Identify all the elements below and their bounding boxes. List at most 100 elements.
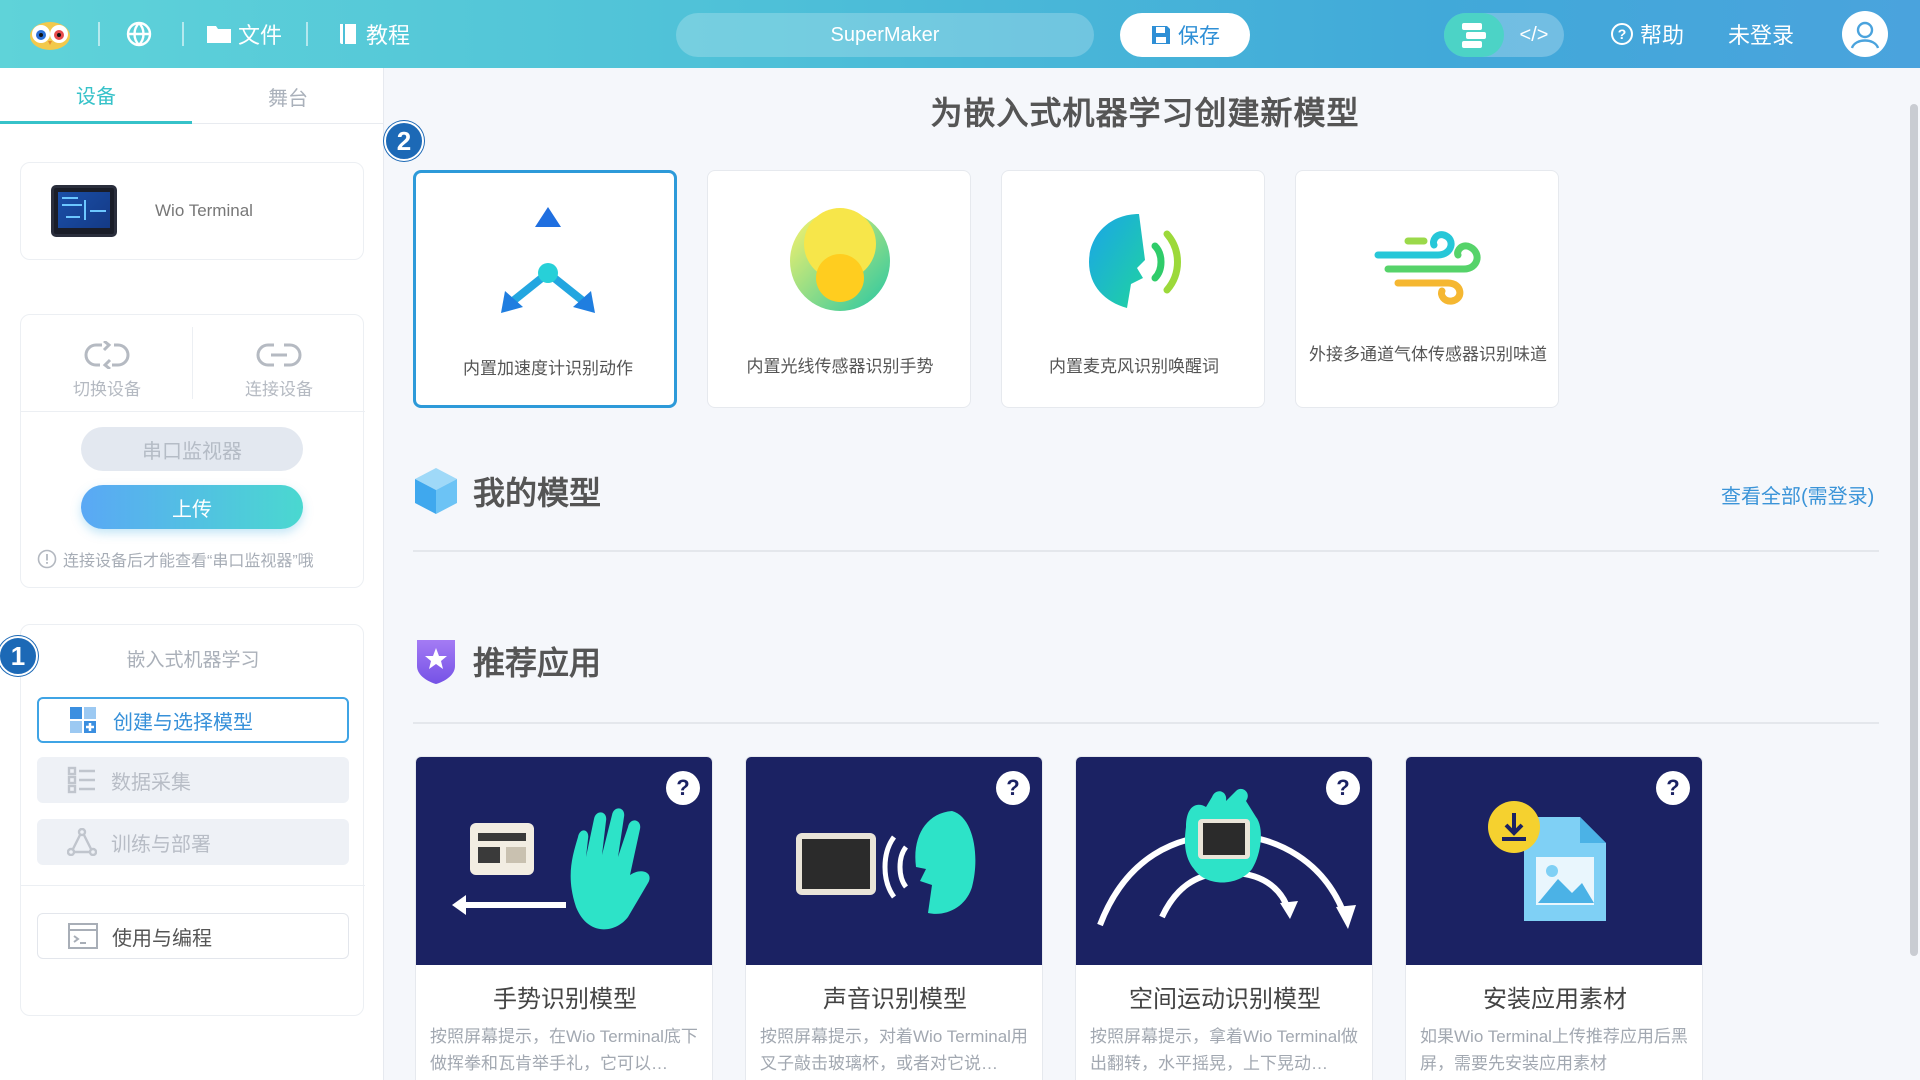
blocks-icon [1462, 23, 1486, 48]
app-card-install-assets[interactable]: ? 安装应用素材 如果Wio Terminal上传推荐应用后黑屏，需要先安装应用… [1405, 756, 1703, 1080]
template-light-sensor[interactable]: 内置光线传感器识别手势 [707, 170, 971, 408]
user-icon [1850, 21, 1880, 49]
switch-device-label: 切换设备 [73, 379, 141, 399]
grid-add-icon [70, 707, 96, 733]
template-label: 内置加速度计识别动作 [463, 359, 633, 378]
app-title: 安装应用素材 [1483, 986, 1627, 1013]
help-icon[interactable]: ? [1656, 771, 1690, 805]
divider [413, 722, 1879, 724]
avatar[interactable] [1842, 11, 1888, 57]
template-label: 内置麦克风识别唤醒词 [1049, 357, 1219, 376]
help-icon: ? [1611, 23, 1633, 45]
use-programming-label: 使用与编程 [112, 927, 212, 950]
main-scrollbar[interactable] [1910, 104, 1918, 956]
editor-mode-switch: </> [1444, 13, 1564, 57]
app-description: 按照屏幕提示，拿着Wio Terminal做出翻转，水平摇晃，上下晃动… [1090, 1027, 1358, 1073]
view-all-link[interactable]: 查看全部(需登录) [1721, 480, 1874, 509]
app-title: 声音识别模型 [823, 986, 967, 1013]
template-label: 内置光线传感器识别手势 [746, 357, 934, 376]
sidebar: 设备 舞台 Wio Terminal 切换设备 连接设备 串口监视器 上传 连接… [0, 68, 384, 1080]
switch-device-icon [84, 340, 130, 369]
tab-label: 设备 [76, 86, 116, 108]
code-mode-button[interactable]: </> [1504, 13, 1564, 57]
tab-label: 舞台 [268, 87, 308, 110]
template-label: 外接多通道气体传感器识别味道 [1309, 345, 1547, 364]
file-menu[interactable]: 文件 [206, 0, 282, 68]
train-deploy-item[interactable]: 训练与部署 [37, 819, 349, 865]
data-collection-label: 数据采集 [111, 771, 191, 794]
connect-device-label: 连接设备 [245, 379, 313, 399]
star-badge-icon [417, 640, 455, 684]
data-collection-item[interactable]: 数据采集 [37, 757, 349, 803]
app-card-gesture[interactable]: ? 手势识别模型 按照屏幕提示，在Wio Terminal底下做挥拳和瓦肯举手礼… [415, 756, 713, 1080]
terminal-icon [68, 923, 98, 949]
hand-gesture-icon: ? [416, 757, 712, 965]
wio-terminal-image [51, 185, 117, 237]
tutorial-menu[interactable]: 教程 [338, 0, 410, 68]
help-label: 帮助 [1640, 23, 1685, 48]
app-card-voice[interactable]: ? 声音识别模型 按照屏幕提示，对着Wio Terminal用叉子敲击玻璃杯，或… [745, 756, 1043, 1080]
use-programming-item[interactable]: 使用与编程 [37, 913, 349, 959]
data-list-icon [67, 766, 95, 794]
project-name: SuperMaker [830, 23, 940, 46]
connection-hint: 连接设备后才能查看“串口监视器”哦 [37, 547, 314, 571]
link-icon [256, 343, 302, 366]
tab-device[interactable]: 设备 [0, 68, 192, 124]
login-button[interactable]: 未登录 [1728, 0, 1794, 68]
help-icon[interactable]: ? [1326, 771, 1360, 805]
step-badge-2: 2 [384, 121, 424, 161]
create-select-model-item[interactable]: 创建与选择模型 [37, 697, 349, 743]
motion-icon: ? [1076, 757, 1372, 965]
help-button[interactable]: ? 帮助 [1610, 0, 1684, 68]
my-models-title: 我的模型 [473, 475, 602, 511]
divider [306, 22, 308, 46]
template-microphone[interactable]: 内置麦克风识别唤醒词 [1001, 170, 1265, 408]
save-label: 保存 [1178, 25, 1220, 48]
template-accelerometer[interactable]: 内置加速度计识别动作 [413, 170, 677, 408]
device-card[interactable]: Wio Terminal [20, 162, 364, 260]
svg-text:?: ? [1618, 26, 1627, 42]
save-button[interactable]: 保存 [1120, 13, 1250, 57]
cube-icon [415, 468, 457, 514]
app-title: 空间运动识别模型 [1129, 986, 1321, 1013]
recommended-heading: 推荐应用 [413, 636, 601, 686]
tutorial-menu-label: 教程 [366, 23, 411, 48]
embedded-ml-card: 嵌入式机器学习 创建与选择模型 数据采集 训练与部署 使用与编程 [20, 624, 365, 1016]
top-bar: 文件 教程 SuperMaker 保存 </> ? 帮助 未登录 [0, 0, 1920, 68]
language-globe-icon[interactable] [126, 0, 158, 68]
divider [21, 411, 365, 412]
upload-label: 上传 [172, 498, 212, 521]
owl-logo-icon[interactable] [28, 0, 78, 68]
save-icon [1152, 26, 1170, 44]
serial-monitor-button[interactable]: 串口监视器 [81, 427, 303, 471]
app-description: 按照屏幕提示，对着Wio Terminal用叉子敲击玻璃杯，或者对它说… [760, 1027, 1028, 1073]
upload-button[interactable]: 上传 [81, 485, 303, 529]
help-icon[interactable]: ? [666, 771, 700, 805]
download-file-icon: ? [1406, 757, 1702, 965]
my-models-heading: 我的模型 [413, 466, 601, 516]
file-menu-label: 文件 [238, 23, 283, 48]
gas-sensor-icon [1368, 201, 1488, 321]
blocks-mode-button[interactable] [1444, 13, 1504, 57]
embedded-ml-title: 嵌入式机器学习 [126, 650, 260, 671]
connect-device-button[interactable]: 连接设备 [193, 327, 365, 413]
voice-icon: ? [746, 757, 1042, 965]
app-title: 手势识别模型 [493, 986, 637, 1013]
project-name-field[interactable]: SuperMaker [676, 13, 1094, 57]
create-select-model-label: 创建与选择模型 [113, 711, 253, 734]
help-icon[interactable]: ? [996, 771, 1030, 805]
app-description: 如果Wio Terminal上传推荐应用后黑屏，需要先安装应用素材 [1420, 1027, 1688, 1073]
tab-stage[interactable]: 舞台 [192, 68, 384, 124]
connection-hint-text: 连接设备后才能查看“串口监视器”哦 [63, 553, 314, 570]
template-gas-sensor[interactable]: 外接多通道气体传感器识别味道 [1295, 170, 1559, 408]
divider [182, 22, 184, 46]
switch-device-button[interactable]: 切换设备 [21, 327, 193, 413]
book-icon [340, 24, 356, 44]
accelerometer-icon [488, 203, 608, 323]
microphone-voice-icon [1074, 201, 1194, 321]
login-label: 未登录 [1728, 23, 1795, 48]
app-card-motion[interactable]: ? 空间运动识别模型 按照屏幕提示，拿着Wio Terminal做出翻转，水平摇… [1075, 756, 1373, 1080]
info-icon [37, 549, 57, 569]
network-icon [67, 828, 97, 856]
connection-card: 切换设备 连接设备 串口监视器 上传 连接设备后才能查看“串口监视器”哦 [20, 314, 365, 588]
